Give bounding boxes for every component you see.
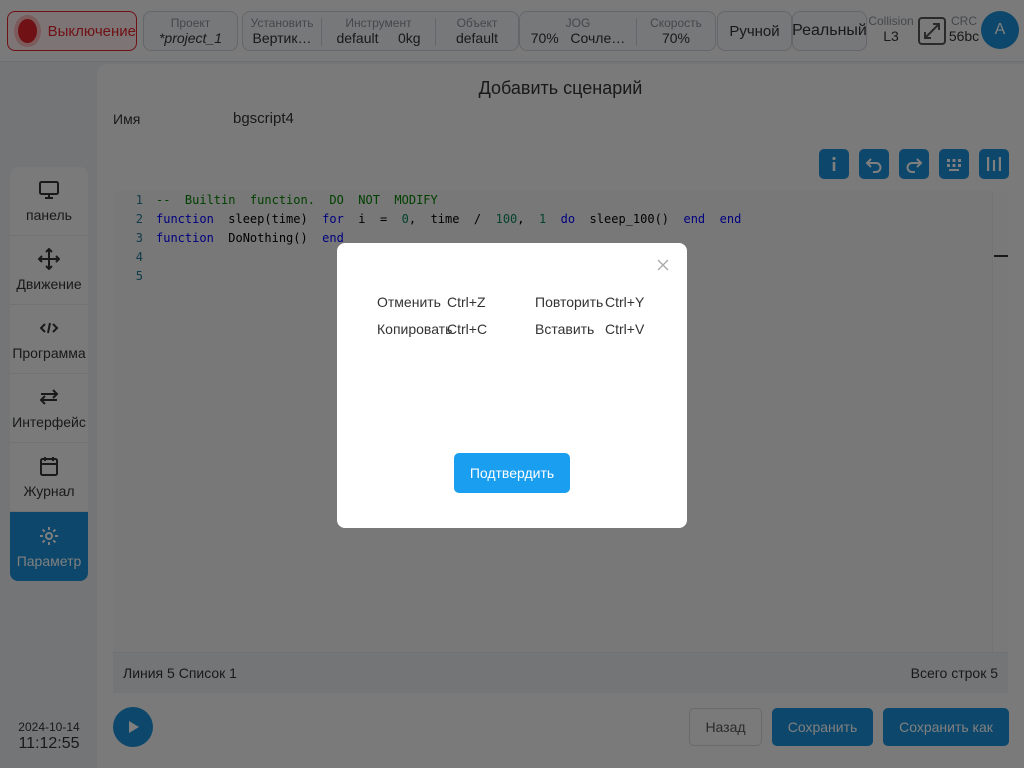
shortcuts-dialog: Отменить Ctrl+Z Повторить Ctrl+Y Копиров…	[337, 243, 687, 528]
shortcut-key-redo: Ctrl+Y	[605, 294, 645, 310]
shortcut-key-undo: Ctrl+Z	[447, 294, 486, 310]
shortcut-action-redo: Повторить	[535, 294, 604, 310]
confirm-button[interactable]: Подтвердить	[454, 453, 570, 493]
shortcut-key-paste: Ctrl+V	[605, 321, 645, 337]
shortcut-action-undo: Отменить	[377, 294, 441, 310]
shortcut-action-paste: Вставить	[535, 321, 595, 337]
close-icon[interactable]	[657, 259, 669, 271]
shortcut-action-copy: Копировать	[377, 321, 453, 337]
shortcut-key-copy: Ctrl+C	[447, 321, 488, 337]
